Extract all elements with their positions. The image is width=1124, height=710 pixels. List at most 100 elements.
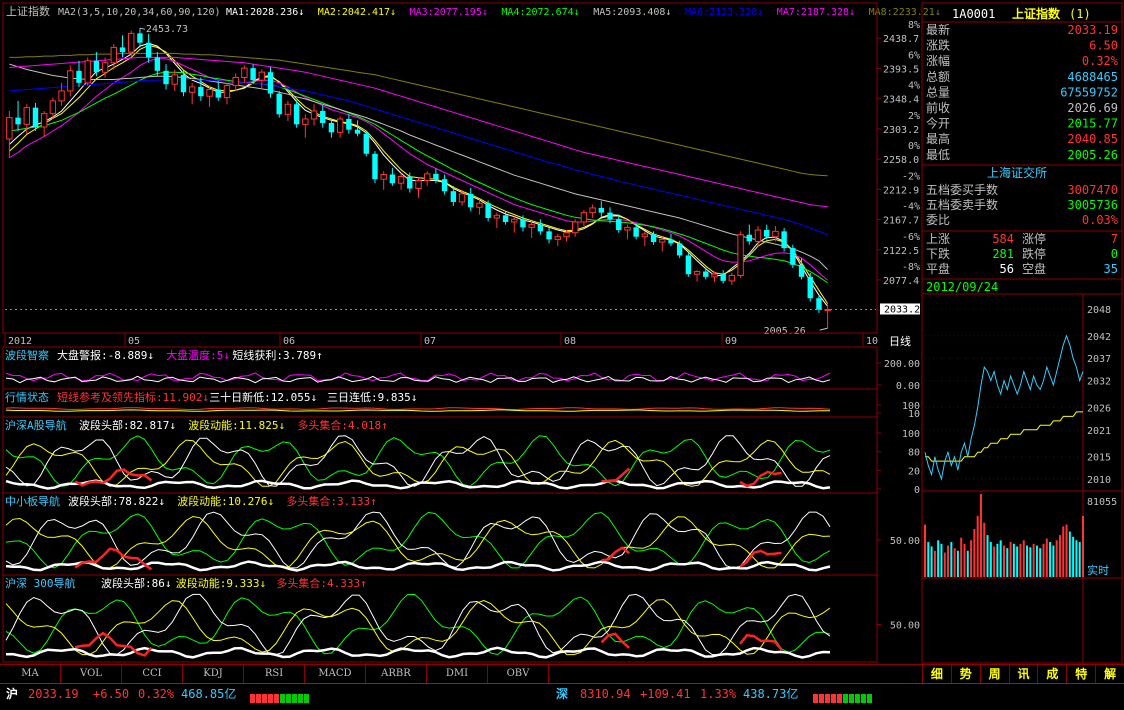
candle-body: [458, 193, 466, 203]
period-label[interactable]: 日线: [889, 334, 911, 348]
intraday-tick-label: 2021: [1087, 426, 1111, 437]
candle-body: [598, 207, 605, 213]
side-tab-1[interactable]: 势: [950, 665, 980, 683]
intraday-tick-label: 2015: [1087, 453, 1111, 464]
price-tick-label: 2122.5: [883, 246, 919, 257]
breadth-value: 584: [992, 232, 1014, 246]
breadth-label: 下跌: [926, 246, 950, 261]
volume-bar: [947, 545, 950, 577]
quote-label: 今开: [926, 116, 950, 131]
volume-bar: [1009, 542, 1012, 577]
sh-prefix: 沪: [6, 687, 19, 701]
panel-tick-label: 100: [902, 429, 920, 440]
candle-body: [798, 264, 805, 277]
quote-value: 67559752: [1060, 85, 1118, 99]
quote-value: 2026.69: [1067, 101, 1118, 115]
pct-tick-label: -6%: [902, 232, 920, 243]
volume-bar: [1003, 545, 1005, 577]
candle-body: [328, 122, 335, 133]
volume-bar: [1058, 535, 1061, 577]
volume-bar: [1045, 538, 1048, 577]
candle-body: [407, 176, 413, 189]
volume-bar: [1072, 536, 1075, 577]
volume-bar: [1039, 548, 1042, 577]
indicator-tab-vol[interactable]: VOL: [61, 665, 122, 683]
volume-top-label: 81055: [1087, 497, 1117, 508]
pct-tick-label: 2%: [908, 111, 920, 122]
volume-bar: [960, 537, 963, 577]
candle-body: [354, 129, 361, 134]
volume-bar: [927, 542, 930, 577]
candle-body: [76, 70, 82, 83]
indicator-tab-arbr[interactable]: ARBR: [366, 665, 427, 683]
side-tab-3[interactable]: 讯: [1008, 665, 1038, 683]
indicator-tab-rsi[interactable]: RSI: [244, 665, 305, 683]
side-tab-2[interactable]: 周: [979, 665, 1009, 683]
sh-breadth-blocks: [250, 689, 310, 710]
candle-body: [703, 271, 709, 277]
volume-bar: [1082, 515, 1084, 577]
indicator-tab-ma[interactable]: MA: [0, 665, 61, 683]
panel-legend-item: 波段动能:11.825↓: [188, 418, 285, 432]
indicator-tab-cci[interactable]: CCI: [122, 665, 183, 683]
candle-body: [520, 219, 526, 228]
breadth-value: 7: [1111, 232, 1118, 246]
stock-chart[interactable]: 上证指数 MA2(3,5,10,20,34,60,90,120) MA1:202…: [0, 0, 1124, 664]
candle-body: [163, 70, 169, 85]
date-tick-label: 07: [424, 336, 436, 347]
candle-body: [790, 248, 796, 265]
exchange-label: 五档委卖手数: [926, 197, 998, 212]
candle-body: [807, 276, 813, 299]
candle-body: [15, 117, 21, 125]
candle-body: [128, 32, 135, 53]
panel-legend-item: 短线参考及领先指标:11.902↓: [57, 390, 209, 404]
price-tick-label: 2212.9: [883, 185, 919, 196]
candle-body: [650, 234, 657, 243]
volume-bar: [937, 540, 940, 577]
candle-body: [293, 104, 300, 125]
side-tab-5[interactable]: 特: [1066, 665, 1095, 683]
volume-bar: [996, 543, 999, 577]
candle-body: [232, 77, 239, 87]
ma-legend-ma6: MA6:2123.328↓: [685, 7, 763, 18]
candle-body: [171, 74, 178, 85]
candle-body: [554, 236, 561, 240]
panel-tick-label: 50.00: [890, 536, 920, 547]
side-tab-0[interactable]: 细: [922, 665, 951, 683]
candle-body: [302, 118, 309, 125]
ma-legend-ma1: MA1:2028.236↓: [226, 7, 304, 18]
side-tab-4[interactable]: 成: [1037, 665, 1066, 683]
sz-change: +109.41: [640, 687, 691, 701]
candle-body: [668, 239, 674, 244]
indicator-tab-obv[interactable]: OBV: [488, 665, 549, 683]
candle-body: [607, 212, 613, 220]
quote-label: 总额: [926, 70, 950, 84]
panel-title: 波段智察: [5, 348, 49, 362]
pct-tick-label: -2%: [902, 171, 920, 182]
candle-body: [188, 86, 196, 93]
panel-title: 沪深A股导航: [5, 418, 67, 432]
candle-body: [676, 243, 683, 256]
panel-tick-label: 50.00: [890, 621, 920, 632]
indicator-tab-macd[interactable]: MACD: [305, 665, 366, 683]
breadth-value: 0: [1111, 247, 1118, 261]
volume-bar: [1032, 543, 1035, 577]
candle-body: [580, 212, 588, 223]
intraday-tick-label: 2010: [1087, 475, 1111, 486]
breadth-value: 56: [1000, 262, 1014, 276]
ma-legend-ma3: MA3:2077.195↓: [410, 7, 488, 18]
quote-value: 2040.85: [1067, 132, 1118, 146]
indicator-tab-kdj[interactable]: KDJ: [183, 665, 244, 683]
quote-label: 总量: [926, 85, 950, 99]
panel-legend-item: 多头集合:3.133↑: [286, 494, 376, 508]
date-tick-label: 06: [283, 336, 295, 347]
side-tab-6[interactable]: 解: [1095, 665, 1124, 683]
pct-tick-label: 6%: [908, 50, 920, 61]
indicator-tab-dmi[interactable]: DMI: [427, 665, 488, 683]
volume-bar: [999, 540, 1002, 577]
candle-body: [764, 230, 770, 237]
candle-body: [23, 107, 30, 125]
ma-legend-ma4: MA4:2072.674↓: [501, 7, 579, 18]
ma-params-label: MA2(3,5,10,20,34,60,90,120): [58, 7, 221, 18]
candle-body: [284, 103, 292, 115]
